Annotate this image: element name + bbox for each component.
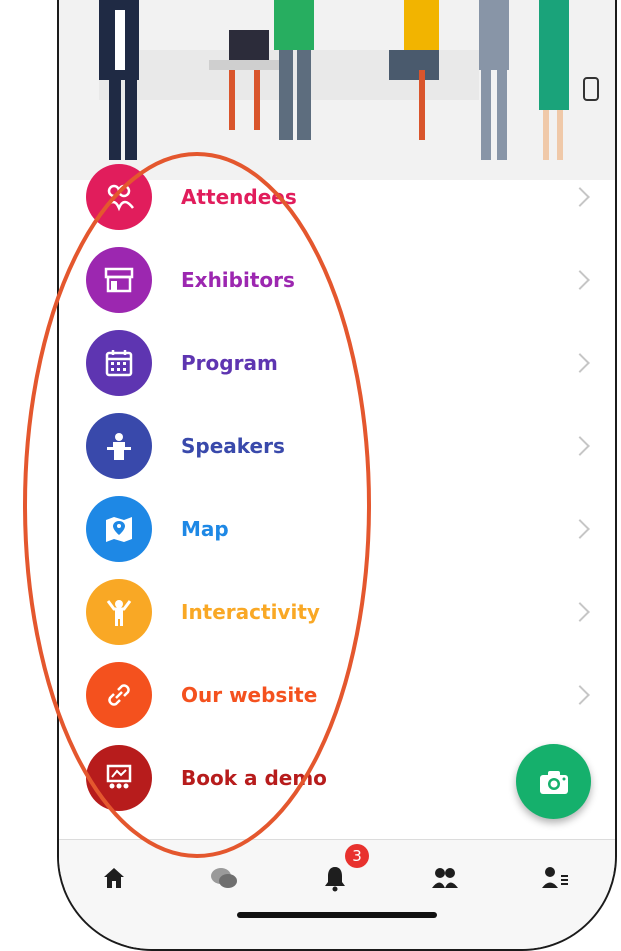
calendar-icon: [86, 329, 152, 396]
menu-item-speakers[interactable]: Speakers: [59, 404, 615, 487]
chevron-right-icon: [570, 186, 590, 207]
menu-item-interactivity[interactable]: Interactivity: [59, 570, 615, 653]
menu-item-label: Map: [181, 516, 229, 541]
tab-chat[interactable]: [204, 858, 244, 898]
menu-item-label: Speakers: [181, 433, 285, 458]
map-pin-icon: [86, 495, 152, 562]
notification-badge: 3: [345, 844, 369, 868]
chevron-right-icon: [570, 518, 590, 539]
camera-icon: [539, 770, 568, 794]
menu-item-our-website[interactable]: Our website: [59, 653, 615, 736]
chevron-right-icon: [570, 601, 590, 622]
menu-item-exhibitors[interactable]: Exhibitors: [59, 238, 615, 321]
storefront-icon: [86, 246, 152, 313]
home-indicator: [237, 912, 437, 918]
chevron-right-icon: [570, 435, 590, 456]
menu-item-label: Book a demo: [181, 765, 327, 790]
tab-people[interactable]: [425, 858, 465, 898]
tab-home[interactable]: [94, 858, 134, 898]
menu-item-label: Program: [181, 350, 278, 375]
bottom-tab-bar: 3: [59, 839, 615, 949]
menu-item-label: Exhibitors: [181, 267, 295, 292]
bell-icon: [325, 867, 345, 892]
menu-item-label: Attendees: [181, 184, 297, 209]
chevron-right-icon: [570, 684, 590, 705]
profile-list-icon: [542, 867, 568, 888]
menu-item-label: Our website: [181, 682, 318, 707]
presentation-icon: [86, 744, 152, 811]
podium-icon: [86, 412, 152, 479]
hand-raise-icon: [86, 578, 152, 645]
menu-item-map[interactable]: Map: [59, 487, 615, 570]
menu-item-label: Interactivity: [181, 599, 320, 624]
menu-item-attendees[interactable]: Attendees: [59, 155, 615, 238]
people-icon: [432, 868, 458, 888]
chevron-right-icon: [570, 352, 590, 373]
chevron-right-icon: [570, 269, 590, 290]
home-icon: [104, 868, 124, 888]
menu-item-program[interactable]: Program: [59, 321, 615, 404]
hero-illustration: [59, 0, 615, 180]
chat-icon: [211, 868, 237, 888]
tab-profile[interactable]: [535, 858, 575, 898]
attendees-icon: [86, 163, 152, 230]
link-icon: [86, 661, 152, 728]
camera-fab[interactable]: [516, 744, 591, 819]
